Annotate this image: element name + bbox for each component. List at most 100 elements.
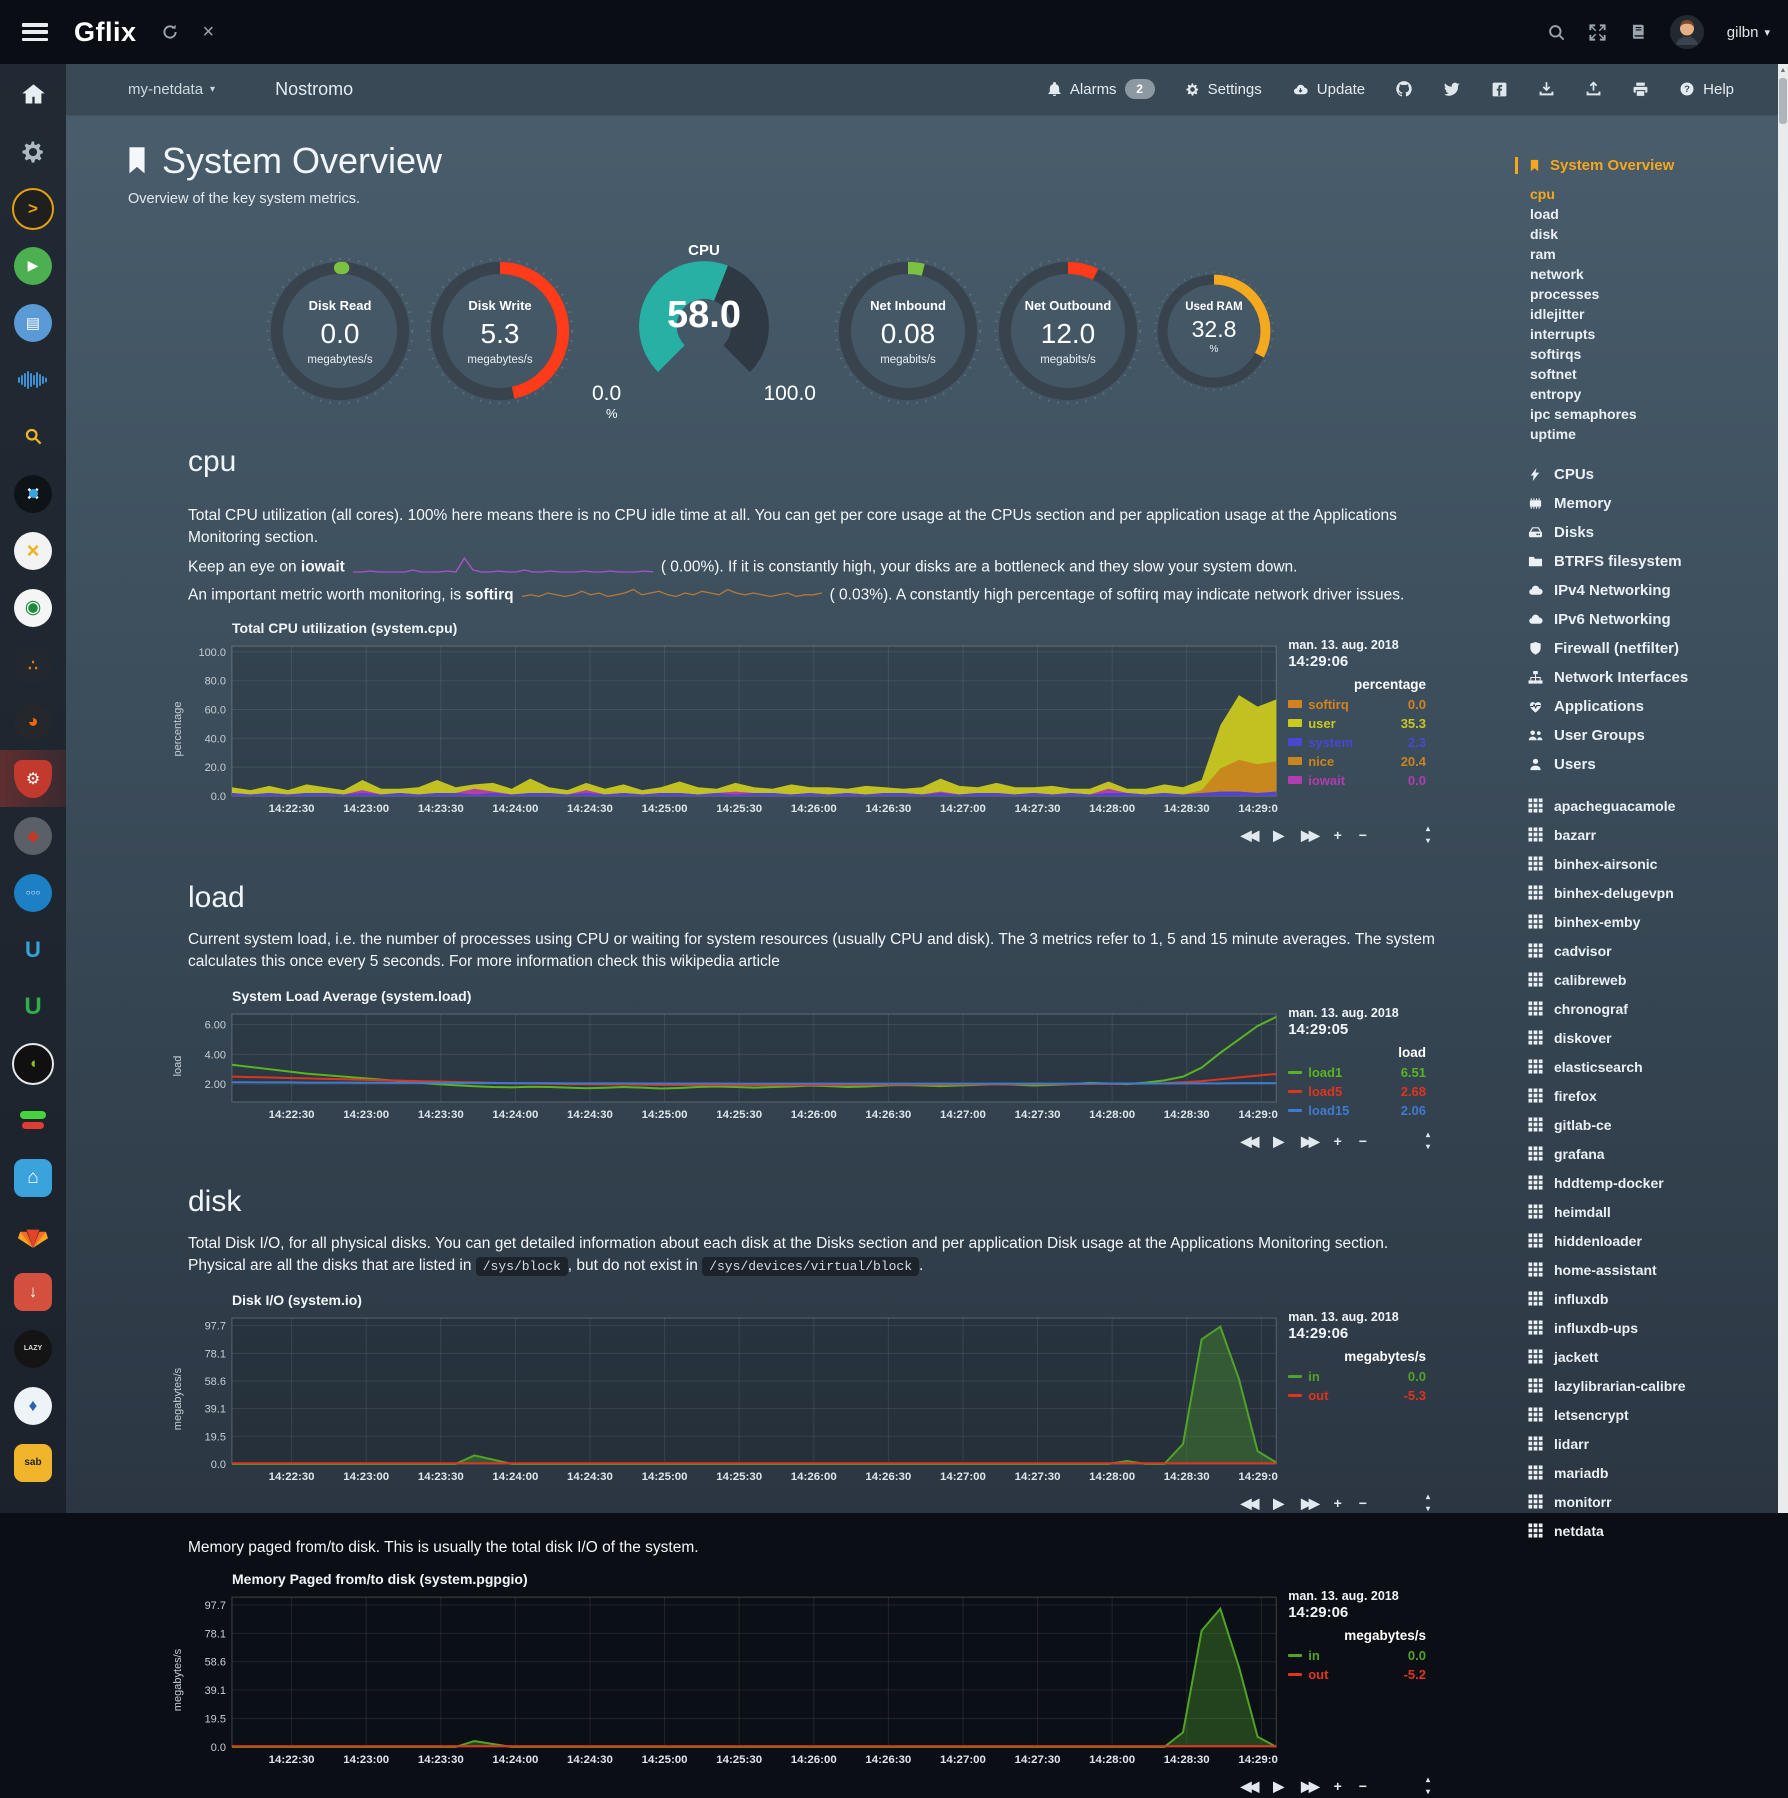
user-menu[interactable]: gilbn ▾ xyxy=(1727,24,1770,41)
gauge-net-inbound[interactable]: Net Inbound0.08megabits/s xyxy=(832,255,984,407)
refresh-icon[interactable] xyxy=(161,23,179,41)
sidebar-app-ubooquity[interactable]: U xyxy=(0,978,66,1035)
chart-resize-handle[interactable]: ▴▾ xyxy=(1426,1491,1430,1515)
facebook-icon[interactable] xyxy=(1491,81,1508,98)
chart-pan-right-button[interactable]: ▶▶ xyxy=(1301,829,1317,841)
chart-play-button[interactable]: ▶ xyxy=(1273,829,1284,841)
legend-row-in[interactable]: in0.0 xyxy=(1288,1367,1426,1386)
fullscreen-icon[interactable] xyxy=(1588,23,1607,42)
nav-section-firewall-netfilter-[interactable]: Firewall (netfilter) xyxy=(1528,634,1778,663)
alarms-button[interactable]: Alarms 2 xyxy=(1047,79,1155,99)
chart-play-button[interactable]: ▶ xyxy=(1273,1780,1284,1792)
nav-app-binhex-delugevpn[interactable]: binhex-delugevpn xyxy=(1528,878,1778,907)
nav-app-gitlab-ce[interactable]: gitlab-ce xyxy=(1528,1110,1778,1139)
sidebar-app-airsonic[interactable] xyxy=(0,351,66,408)
nav-subitem-load[interactable]: load xyxy=(1530,204,1778,224)
sidebar-app-deluge-green[interactable]: ◉ xyxy=(0,579,66,636)
nav-app-cadvisor[interactable]: cadvisor xyxy=(1528,936,1778,965)
nav-subitem-cpu[interactable]: cpu xyxy=(1530,184,1778,204)
print-icon[interactable] xyxy=(1632,81,1649,98)
legend-row-load5[interactable]: load52.68 xyxy=(1288,1082,1426,1101)
sidebar-app-scatter-app[interactable]: ∴ xyxy=(0,636,66,693)
nav-app-chronograf[interactable]: chronograf xyxy=(1528,994,1778,1023)
nav-subitem-ipc-semaphores[interactable]: ipc semaphores xyxy=(1530,404,1778,424)
nav-app-influxdb[interactable]: influxdb xyxy=(1528,1284,1778,1313)
gauge-disk-write[interactable]: Disk Write5.3megabytes/s xyxy=(424,255,576,407)
avatar[interactable] xyxy=(1669,14,1705,50)
chart-resize-handle[interactable]: ▴▾ xyxy=(1426,1774,1430,1798)
update-button[interactable]: Update xyxy=(1292,81,1365,98)
sidebar-app-tautulli[interactable]: ◖ xyxy=(0,1035,66,1092)
nav-section-ipv6-networking[interactable]: IPv6 Networking xyxy=(1528,605,1778,634)
nav-app-binhex-emby[interactable]: binhex-emby xyxy=(1528,907,1778,936)
nav-app-hddtemp-docker[interactable]: hddtemp-docker xyxy=(1528,1168,1778,1197)
nav-subitem-idlejitter[interactable]: idlejitter xyxy=(1530,304,1778,324)
chart-canvas[interactable]: 6.004.002.0014:22:3014:23:0014:23:3014:2… xyxy=(188,1006,1278,1126)
nav-app-monitorr[interactable]: monitorr xyxy=(1528,1487,1778,1516)
chart-pan-left-button[interactable]: ◀◀ xyxy=(1241,1497,1257,1509)
host-dropdown[interactable]: my-netdata ▾ xyxy=(128,81,215,98)
scrollbar-thumb[interactable] xyxy=(1779,78,1787,124)
scrollbar-track[interactable]: ▲ xyxy=(1778,64,1788,1513)
chart-play-button[interactable]: ▶ xyxy=(1273,1135,1284,1147)
nav-subitem-softnet[interactable]: softnet xyxy=(1530,364,1778,384)
nav-app-grafana[interactable]: grafana xyxy=(1528,1139,1778,1168)
nav-subitem-entropy[interactable]: entropy xyxy=(1530,384,1778,404)
nav-app-letsencrypt[interactable]: letsencrypt xyxy=(1528,1400,1778,1429)
legend-row-nice[interactable]: nice20.4 xyxy=(1288,752,1426,771)
nav-section-disks[interactable]: Disks xyxy=(1528,518,1778,547)
nav-subitem-processes[interactable]: processes xyxy=(1530,284,1778,304)
legend-row-out[interactable]: out-5.3 xyxy=(1288,1386,1426,1405)
gauge-net-outbound[interactable]: Net Outbound12.0megabits/s xyxy=(992,255,1144,407)
nav-section-btrfs-filesystem[interactable]: BTRFS filesystem xyxy=(1528,547,1778,576)
nav-section-network-interfaces[interactable]: Network Interfaces xyxy=(1528,663,1778,692)
softirq-sparkline[interactable] xyxy=(522,585,822,606)
sidebar-app-grafana[interactable]: ◕ xyxy=(0,693,66,750)
nav-section-ipv4-networking[interactable]: IPv4 Networking xyxy=(1528,576,1778,605)
chart-pan-right-button[interactable]: ▶▶ xyxy=(1301,1135,1317,1147)
sidebar-app-netdata[interactable]: ⚙ xyxy=(0,750,66,807)
sidebar-app-monitorr[interactable] xyxy=(0,1092,66,1149)
sidebar-app-unifi[interactable]: U xyxy=(0,921,66,978)
legend-row-load1[interactable]: load16.51 xyxy=(1288,1063,1426,1082)
chart-zoom-in-button[interactable]: + xyxy=(1334,1780,1342,1792)
chart-pan-right-button[interactable]: ▶▶ xyxy=(1301,1780,1317,1792)
sidebar-app-krusader[interactable]: ◆ xyxy=(0,807,66,864)
iowait-sparkline[interactable] xyxy=(353,557,653,578)
chart-zoom-in-button[interactable]: + xyxy=(1334,1135,1342,1147)
nav-subitem-interrupts[interactable]: interrupts xyxy=(1530,324,1778,344)
nav-app-firefox[interactable]: firefox xyxy=(1528,1081,1778,1110)
chart-resize-handle[interactable]: ▴▾ xyxy=(1426,823,1430,847)
nav-app-hiddenloader[interactable]: hiddenloader xyxy=(1528,1226,1778,1255)
nav-subitem-disk[interactable]: disk xyxy=(1530,224,1778,244)
chart-pan-left-button[interactable]: ◀◀ xyxy=(1241,1780,1257,1792)
nav-subitem-network[interactable]: network xyxy=(1530,264,1778,284)
chart-zoom-out-button[interactable]: − xyxy=(1359,1135,1367,1147)
gauge-used-ram[interactable]: Used RAM32.8% xyxy=(1152,269,1276,393)
chart-pan-left-button[interactable]: ◀◀ xyxy=(1241,1135,1257,1147)
chart-canvas[interactable]: 100.080.060.040.020.00.014:22:3014:23:00… xyxy=(188,638,1278,820)
changelog-book-icon[interactable] xyxy=(1629,23,1647,41)
download-icon[interactable] xyxy=(1538,81,1555,98)
legend-row-iowait[interactable]: iowait0.0 xyxy=(1288,771,1426,790)
nav-section-cpus[interactable]: CPUs xyxy=(1528,460,1778,489)
nav-app-binhex-airsonic[interactable]: binhex-airsonic xyxy=(1528,849,1778,878)
nav-section-users[interactable]: Users xyxy=(1528,750,1778,779)
sidebar-app-lazylibrarian[interactable]: LAZY xyxy=(0,1320,66,1377)
sidebar-app-home[interactable] xyxy=(0,66,66,123)
nav-section-system-overview[interactable]: System Overview xyxy=(1515,157,1778,174)
sidebar-app-drone-x[interactable]: × xyxy=(0,465,66,522)
twitter-icon[interactable] xyxy=(1443,80,1461,98)
hamburger-menu-icon[interactable] xyxy=(22,23,48,41)
legend-row-in[interactable]: in0.0 xyxy=(1288,1646,1426,1665)
sidebar-app-settings[interactable] xyxy=(0,123,66,180)
legend-row-out[interactable]: out-5.2 xyxy=(1288,1665,1426,1684)
nav-app-diskover[interactable]: diskover xyxy=(1528,1023,1778,1052)
upload-icon[interactable] xyxy=(1585,81,1602,98)
nav-app-mariadb[interactable]: mariadb xyxy=(1528,1458,1778,1487)
legend-row-load15[interactable]: load152.06 xyxy=(1288,1101,1426,1120)
chart-pan-left-button[interactable]: ◀◀ xyxy=(1241,829,1257,841)
nav-section-applications[interactable]: Applications xyxy=(1528,692,1778,721)
nav-subitem-uptime[interactable]: uptime xyxy=(1530,424,1778,444)
sidebar-app-plex[interactable]: > xyxy=(0,180,66,237)
